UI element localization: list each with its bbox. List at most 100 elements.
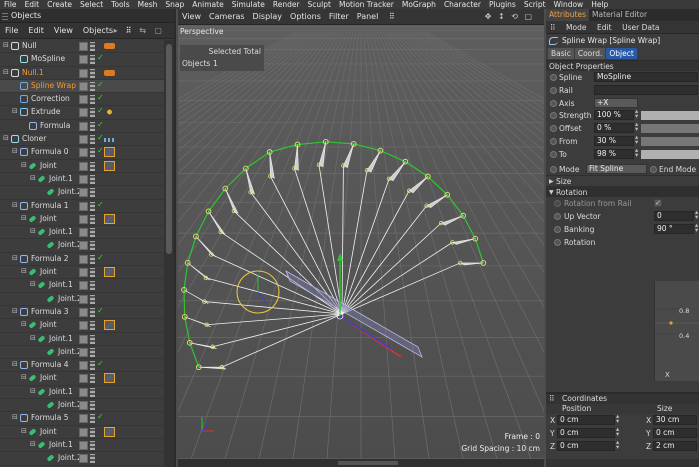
- expand-toggle-icon[interactable]: ⊟: [30, 387, 36, 395]
- banking-stepper[interactable]: ▴ ▾: [695, 222, 698, 234]
- expand-toggle-icon[interactable]: ⊟: [21, 427, 27, 435]
- layer-visibility-icon[interactable]: [79, 161, 88, 171]
- up-vector-field[interactable]: 0: [654, 211, 694, 222]
- offset-stepper[interactable]: ▴ ▾: [635, 121, 638, 133]
- size-z-field[interactable]: 2 cm: [653, 441, 697, 451]
- object-row[interactable]: ⊟ Null.1: [0, 67, 166, 80]
- expand-toggle-icon[interactable]: ⊟: [30, 280, 36, 288]
- editor-render-dots-icon[interactable]: [90, 401, 95, 411]
- object-row[interactable]: ⊟ Cloner ✓: [0, 133, 166, 147]
- object-row[interactable]: ⊟ Extrude ✓: [0, 106, 166, 120]
- enabled-check-icon[interactable]: ✓: [97, 146, 104, 155]
- editor-render-dots-icon[interactable]: [90, 81, 95, 91]
- end-mode-animate-icon[interactable]: [650, 165, 657, 173]
- object-row[interactable]: ⊟ Formula 0 ✓: [0, 146, 166, 160]
- ik-tag-icon[interactable]: [104, 426, 115, 437]
- offset-animate-icon[interactable]: [550, 125, 557, 133]
- expand-toggle-icon[interactable]: ⊟: [12, 360, 18, 368]
- layer-visibility-icon[interactable]: [79, 68, 88, 78]
- menu-motion-tracker[interactable]: Motion Tracker: [335, 1, 398, 9]
- to-animate-icon[interactable]: [550, 150, 557, 158]
- to-field[interactable]: 98 %: [594, 148, 634, 159]
- menu-create[interactable]: Create: [43, 1, 76, 9]
- object-row[interactable]: Formula ✓: [0, 120, 166, 134]
- strength-slider[interactable]: [641, 111, 699, 121]
- banking-field[interactable]: 90 °: [654, 223, 694, 234]
- expand-toggle-icon[interactable]: ⊟: [21, 267, 27, 275]
- editor-render-dots-icon[interactable]: [90, 281, 95, 291]
- menu-script[interactable]: Script: [520, 1, 550, 9]
- menu-help[interactable]: Help: [587, 1, 612, 9]
- object-row[interactable]: MoSpline ✓: [0, 53, 166, 67]
- object-row[interactable]: ⊟ Joint: [0, 372, 166, 386]
- object-row[interactable]: ⊟ Formula 1 ✓: [0, 200, 166, 213]
- viewport-menu-display[interactable]: Display: [249, 9, 287, 25]
- editor-render-dots-icon[interactable]: [90, 188, 95, 198]
- menu-mesh[interactable]: Mesh: [134, 1, 162, 9]
- layer-visibility-icon[interactable]: [79, 268, 88, 278]
- expand-toggle-icon[interactable]: ⊟: [12, 201, 18, 209]
- rotation-from-rail-checkbox[interactable]: ✓: [654, 199, 662, 208]
- layer-visibility-icon[interactable]: [79, 108, 88, 118]
- editor-render-dots-icon[interactable]: [90, 254, 95, 264]
- editor-render-dots-icon[interactable]: [90, 374, 95, 384]
- editor-render-dots-icon[interactable]: [90, 161, 95, 171]
- editor-render-dots-icon[interactable]: [90, 307, 95, 317]
- enabled-check-icon[interactable]: ✓: [97, 200, 104, 209]
- editor-render-dots-icon[interactable]: [90, 108, 95, 118]
- from-animate-icon[interactable]: [550, 137, 557, 145]
- object-row[interactable]: ⊟ Joint.1: [0, 333, 166, 346]
- expand-toggle-icon[interactable]: ⊟: [30, 440, 36, 448]
- mograph-tag-icon[interactable]: [104, 138, 115, 143]
- expand-toggle-icon[interactable]: ⊟: [3, 68, 9, 76]
- menu-mograph[interactable]: MoGraph: [398, 1, 440, 9]
- expand-toggle-icon[interactable]: ⊟: [12, 147, 18, 155]
- rotation-spline-graph[interactable]: 0.8 0.4 X: [654, 281, 699, 381]
- viewport-menu-options[interactable]: Options: [286, 9, 325, 25]
- layer-visibility-icon[interactable]: [79, 361, 88, 371]
- object-row[interactable]: Joint.2: [0, 399, 166, 413]
- layer-visibility-icon[interactable]: [79, 55, 88, 65]
- enabled-check-icon[interactable]: ✓: [97, 306, 104, 315]
- layer-visibility-icon[interactable]: [79, 347, 88, 357]
- layer-tag-icon[interactable]: [104, 43, 115, 49]
- editor-render-dots-icon[interactable]: [90, 214, 95, 224]
- rotation-from-rail-animate-icon[interactable]: [554, 200, 561, 208]
- menu-animate[interactable]: Animate: [188, 1, 227, 9]
- ik-tag-icon[interactable]: [104, 373, 115, 384]
- object-row[interactable]: ⊟ Joint.1: [0, 173, 166, 187]
- object-row[interactable]: Joint.2: [0, 186, 166, 200]
- editor-render-dots-icon[interactable]: [90, 201, 95, 211]
- layer-visibility-icon[interactable]: [79, 148, 88, 158]
- layer-visibility-icon[interactable]: [79, 427, 88, 437]
- spline-animate-icon[interactable]: [550, 74, 557, 81]
- expand-toggle-icon[interactable]: ⊟: [30, 334, 36, 342]
- editor-render-dots-icon[interactable]: [90, 347, 95, 357]
- object-row[interactable]: Spline Wrap ✓: [0, 79, 166, 94]
- editor-render-dots-icon[interactable]: [90, 440, 95, 450]
- attr-menu-user-data[interactable]: User Data: [618, 21, 663, 34]
- expand-toggle-icon[interactable]: ⊟: [21, 214, 27, 222]
- viewport-navigation-icons[interactable]: ✥ ↕ ⟲ ▢: [481, 9, 538, 25]
- object-tree-scroll-thumb[interactable]: [166, 44, 172, 254]
- subtab-coord[interactable]: Coord.: [574, 48, 606, 59]
- axis-animate-icon[interactable]: [550, 99, 557, 107]
- layer-visibility-icon[interactable]: [79, 42, 88, 51]
- expand-toggle-icon[interactable]: ⊟: [30, 227, 36, 235]
- from-slider[interactable]: [641, 136, 699, 146]
- editor-render-dots-icon[interactable]: [90, 228, 95, 238]
- viewport-scroll-thumb[interactable]: [338, 461, 398, 465]
- object-row[interactable]: ⊟ Joint.1: [0, 226, 166, 240]
- rotation-graph-canvas[interactable]: [655, 281, 699, 381]
- editor-render-dots-icon[interactable]: [90, 42, 95, 51]
- spline-link-field[interactable]: MoSpline: [594, 72, 698, 82]
- layer-visibility-icon[interactable]: [79, 174, 88, 184]
- expand-toggle-icon[interactable]: ⊟: [12, 107, 18, 115]
- expand-toggle-icon[interactable]: ⊟: [21, 161, 27, 169]
- layer-visibility-icon[interactable]: [79, 188, 88, 198]
- phong-tag-icon[interactable]: [104, 107, 115, 118]
- position-y-field[interactable]: 0 cm: [557, 428, 615, 438]
- object-menu-view[interactable]: View: [49, 23, 78, 39]
- object-row[interactable]: ⊟ Joint: [0, 426, 166, 439]
- enabled-check-icon[interactable]: ✓: [97, 412, 104, 421]
